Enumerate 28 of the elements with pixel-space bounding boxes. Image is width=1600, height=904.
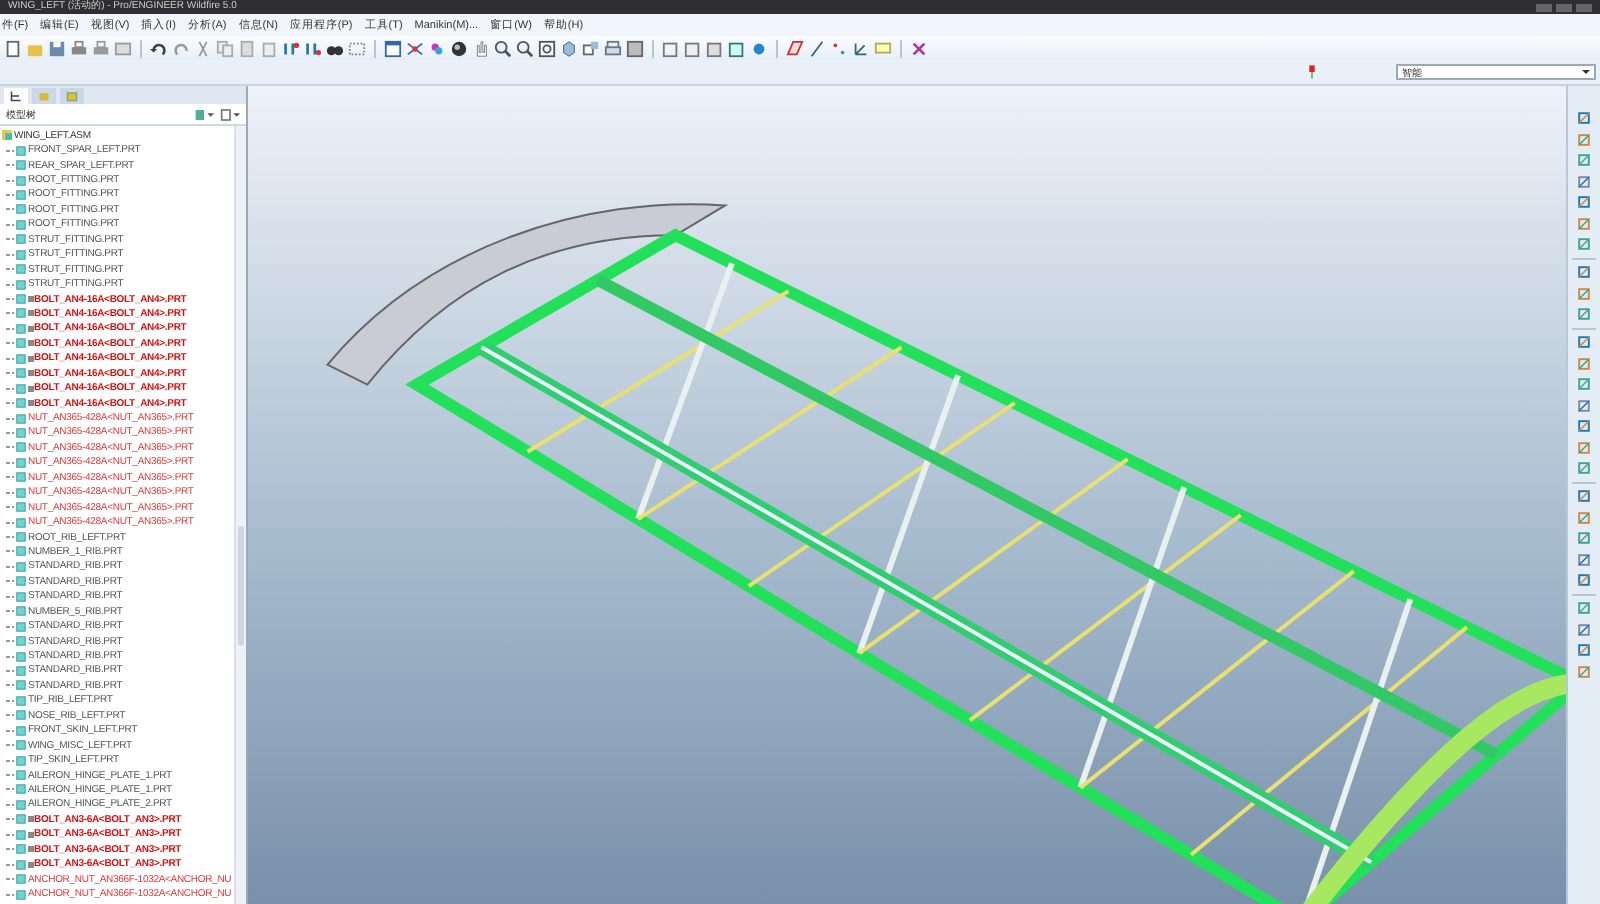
save-icon[interactable] — [48, 39, 66, 57]
copy-icon[interactable] — [216, 39, 234, 57]
zoom-in-icon[interactable] — [494, 39, 512, 57]
minimize-button[interactable] — [1536, 3, 1552, 11]
wireframe-icon[interactable] — [662, 39, 680, 57]
folder-icon — [38, 90, 50, 102]
printer-icon[interactable] — [70, 39, 88, 57]
display-icon[interactable] — [384, 39, 402, 57]
document-icon[interactable] — [4, 39, 22, 57]
assembly-icon — [2, 130, 12, 141]
scissors-icon[interactable] — [194, 39, 212, 57]
pin-icon[interactable] — [1308, 64, 1316, 80]
folder-icon — [66, 90, 78, 102]
caret-icon — [1582, 70, 1590, 74]
close-button[interactable] — [1576, 3, 1592, 11]
zoom-out-icon[interactable] — [516, 39, 534, 57]
printer-icon[interactable] — [92, 39, 110, 57]
scrollbar[interactable] — [234, 126, 246, 904]
axis-icon[interactable] — [808, 39, 826, 57]
color-icon[interactable] — [428, 39, 446, 57]
document-icon[interactable] — [220, 107, 240, 121]
maximize-button[interactable] — [1556, 3, 1572, 11]
model-tree-tab[interactable] — [4, 88, 28, 104]
views-icon[interactable] — [582, 39, 600, 57]
shading-icon[interactable] — [728, 39, 746, 57]
tree-icon — [10, 90, 22, 102]
sphere-icon[interactable] — [450, 39, 468, 57]
undo-icon[interactable] — [150, 39, 168, 57]
